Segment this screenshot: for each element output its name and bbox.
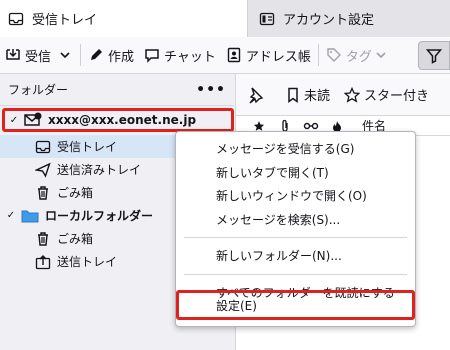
menu-new-folder[interactable]: 新しいフォルダー(N)...	[176, 244, 415, 268]
menu-settings[interactable]: 設定(E)	[176, 290, 415, 320]
folder-pane-header: フォルダー •••	[0, 74, 234, 106]
trash-icon	[38, 185, 48, 200]
column-junk[interactable]	[324, 120, 350, 132]
toolbar-divider	[80, 44, 82, 66]
bookmark-icon	[288, 87, 298, 103]
address-book-icon	[227, 47, 241, 63]
toolbar-divider	[317, 44, 319, 66]
inbox-icon	[35, 140, 51, 153]
folder-inbox[interactable]: 受信トレイ	[0, 135, 175, 158]
unread-label: 未読	[304, 89, 331, 104]
address-book-button[interactable]: アドレス帳	[221, 41, 316, 69]
pencil-icon	[91, 49, 103, 60]
local-folders-row[interactable]: ✓ ローカルフォルダー	[0, 204, 153, 227]
menu-open-new-window[interactable]: 新しいウィンドウで開く(O)	[176, 184, 415, 208]
folder-icon	[21, 210, 39, 222]
trash-icon	[38, 231, 48, 246]
quick-filter-toggle[interactable]	[418, 41, 450, 70]
chevron-down-icon	[376, 52, 386, 59]
tab-account-settings[interactable]: アカウント設定	[249, 0, 450, 37]
folder-pane-title: フォルダー	[8, 83, 69, 97]
local-folders-label: ローカルフォルダー	[45, 209, 154, 223]
tab-label: 受信トレイ	[32, 13, 98, 28]
menu-get-messages[interactable]: メッセージを受信する(G)	[176, 137, 415, 161]
tag-icon	[327, 48, 341, 62]
address-book-label: アドレス帳	[245, 49, 311, 65]
chevron-down-icon[interactable]: ✓	[5, 210, 17, 221]
folder-pane-menu-button[interactable]: •••	[196, 82, 226, 98]
star-icon	[253, 120, 265, 131]
folder-label: 送信済みトレイ	[57, 163, 142, 177]
menu-separator	[184, 237, 407, 238]
tag-button[interactable]: タグ	[321, 41, 395, 69]
inbox-icon	[8, 12, 24, 25]
get-messages-label: 受信	[25, 49, 52, 65]
mail-account-icon	[24, 112, 42, 126]
column-star[interactable]	[246, 120, 272, 132]
chevron-down-icon[interactable]: ✓	[8, 115, 20, 126]
account-settings-icon	[259, 12, 275, 25]
get-messages-dropdown[interactable]	[56, 41, 78, 69]
main-toolbar: 受信 作成 チャット アドレス帳 タグ	[0, 37, 450, 74]
starred-filter-button[interactable]: スター付き	[344, 85, 429, 104]
folder-label: ごみ箱	[57, 186, 94, 200]
tab-label: アカウント設定	[283, 13, 375, 28]
star-icon	[344, 86, 361, 103]
folder-label: ごみ箱	[57, 232, 94, 246]
write-label: 作成	[108, 49, 135, 65]
chat-button[interactable]: チャット	[139, 41, 221, 69]
flame-icon	[333, 120, 341, 132]
write-button[interactable]: 作成	[83, 41, 139, 69]
chat-label: チャット	[164, 49, 216, 65]
local-folder-outbox[interactable]: 送信トレイ	[0, 250, 117, 273]
folder-sent[interactable]: 送信済みトレイ	[0, 158, 141, 181]
menu-search-messages[interactable]: メッセージを検索(S)...	[176, 208, 415, 232]
folder-label: 送信トレイ	[57, 255, 118, 269]
account-name: xxxx@xxx.eonet.ne.jp	[48, 113, 197, 127]
sticky-pin-icon[interactable]	[246, 86, 264, 104]
account-row[interactable]: ✓ xxxx@xxx.eonet.ne.jp	[2, 108, 234, 132]
folder-trash[interactable]: ごみ箱	[0, 181, 93, 204]
local-folder-trash[interactable]: ごみ箱	[0, 227, 93, 250]
unread-filter-button[interactable]: 未読	[286, 85, 330, 104]
filter-icon	[426, 48, 442, 64]
chevron-down-icon	[60, 52, 70, 59]
outbox-icon	[35, 254, 51, 269]
menu-settings-label: 設定(E)	[216, 298, 257, 313]
menu-separator	[184, 273, 407, 275]
get-messages-button[interactable]: 受信	[0, 41, 56, 69]
column-thread[interactable]	[298, 120, 324, 132]
menu-open-new-tab[interactable]: 新しいタブで開く(T)	[176, 161, 415, 185]
folder-label: 受信トレイ	[57, 140, 118, 154]
folder-context-menu: メッセージを受信する(G) 新しいタブで開く(T) 新しいウィンドウで開く(O)…	[175, 131, 416, 327]
chat-icon	[145, 49, 159, 63]
tab-bar: 受信トレイ アカウント設定	[0, 0, 450, 37]
download-icon	[6, 49, 20, 60]
starred-label: スター付き	[364, 89, 430, 104]
tab-inbox[interactable]: 受信トレイ	[0, 0, 248, 37]
tag-label: タグ	[345, 49, 372, 65]
send-icon	[35, 162, 51, 178]
quick-filter-bar: 未読 スター付き	[236, 74, 450, 116]
thread-icon	[303, 122, 319, 129]
